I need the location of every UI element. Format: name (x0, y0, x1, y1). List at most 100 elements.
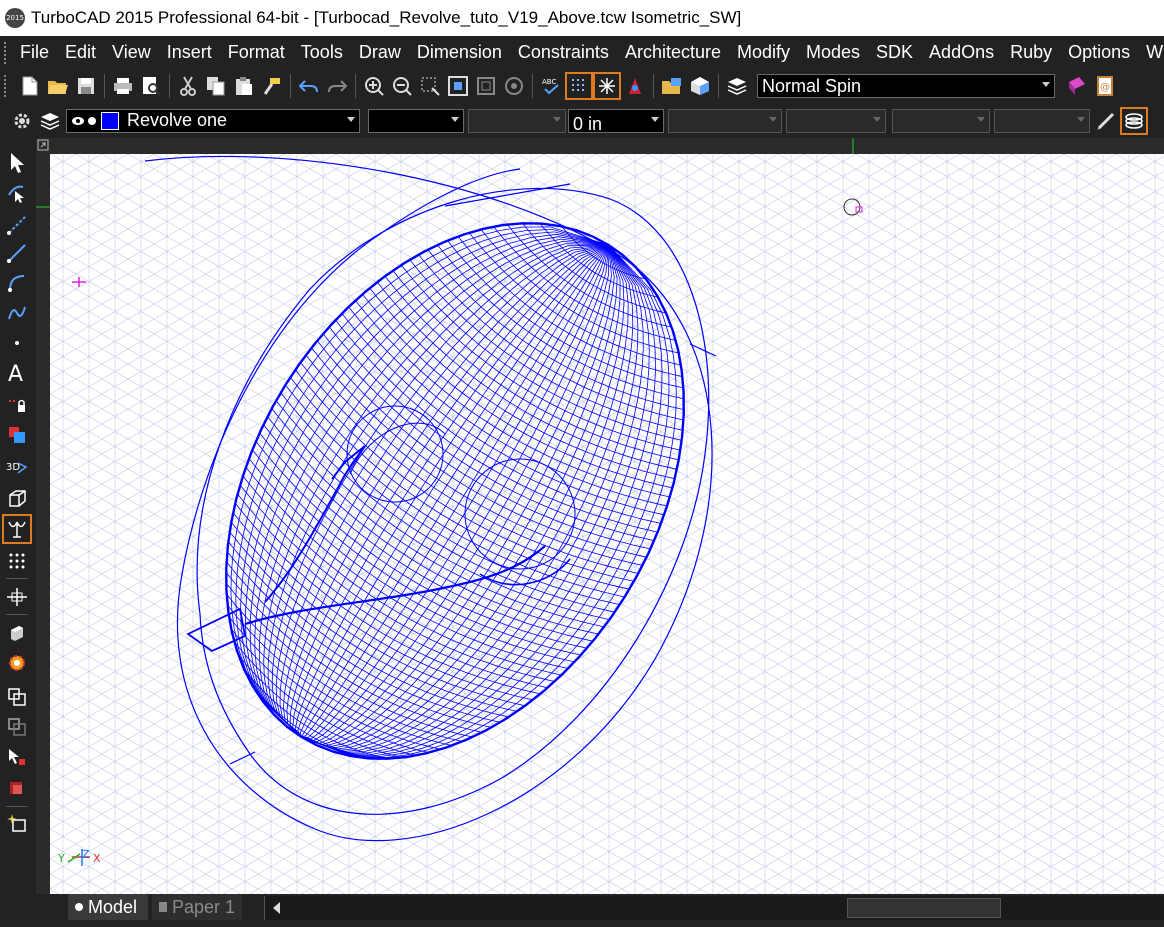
menu-format[interactable]: Format (220, 42, 293, 63)
zoom-extents-icon[interactable] (446, 74, 470, 98)
revolve-tool-icon[interactable] (2, 514, 32, 544)
menu-sdk[interactable]: SDK (868, 42, 921, 63)
fill-icon[interactable] (4, 422, 30, 448)
snap-star-icon[interactable] (593, 72, 621, 100)
layer-list-icon[interactable] (725, 74, 749, 98)
title-bar: 2015 TurboCAD 2015 Professional 64-bit -… (0, 0, 1164, 36)
redo-icon[interactable] (325, 74, 349, 98)
drawing-canvas[interactable]: Y X Z (50, 154, 1164, 894)
paste-icon[interactable] (232, 74, 256, 98)
gear-icon[interactable] (10, 109, 34, 133)
tab-paper-1[interactable]: Paper 1 (152, 894, 242, 920)
open-library-icon[interactable] (660, 74, 684, 98)
tab-paper-1-label: Paper 1 (172, 896, 236, 917)
menu-modify[interactable]: Modify (729, 42, 798, 63)
tab-model[interactable]: Model (68, 894, 148, 920)
horizontal-ruler (36, 138, 1164, 155)
menu-window[interactable]: Win (1138, 42, 1164, 63)
color-swatch (101, 111, 119, 130)
zoom-realtime-icon[interactable] (502, 74, 526, 98)
print-visibility-icon[interactable] (87, 110, 97, 131)
axis-z-label: Z (82, 848, 90, 861)
menu-options[interactable]: Options (1060, 42, 1138, 63)
line-style-select (468, 108, 566, 133)
sparkle-icon[interactable] (4, 810, 30, 836)
zoom-previous-icon[interactable] (474, 74, 498, 98)
magic-icon[interactable] (4, 744, 30, 770)
pen-icon[interactable] (1094, 109, 1118, 133)
menu-ruby[interactable]: Ruby (1002, 42, 1060, 63)
fill-select (786, 108, 886, 133)
point-line-icon[interactable] (4, 212, 30, 238)
format-painter-icon[interactable] (260, 74, 284, 98)
open-folder-icon[interactable] (46, 74, 70, 98)
model-tab-icon (74, 897, 84, 918)
object-select[interactable]: Revolve one (66, 108, 360, 133)
zoom-window-icon[interactable] (418, 74, 442, 98)
text-tool-icon[interactable]: A (4, 360, 30, 386)
save-icon[interactable] (74, 74, 98, 98)
line-width-select[interactable]: 0 in (568, 108, 664, 134)
print-icon[interactable] (111, 74, 135, 98)
material-stack-icon[interactable] (1120, 106, 1148, 135)
menu-modes[interactable]: Modes (798, 42, 868, 63)
spin-mode-value: Normal Spin (762, 75, 862, 96)
new-file-icon[interactable] (18, 74, 42, 98)
arc-icon[interactable] (4, 270, 30, 296)
menu-tools[interactable]: Tools (293, 42, 351, 63)
svg-text:@: @ (1100, 82, 1110, 93)
scroll-thumb[interactable] (847, 898, 1001, 918)
extrude-icon[interactable] (4, 620, 30, 646)
menu-draw[interactable]: Draw (351, 42, 409, 63)
spell-check-icon[interactable]: ABC (539, 74, 563, 98)
layer-stack-icon[interactable] (38, 109, 62, 133)
copy-tool-icon[interactable] (4, 714, 30, 740)
view-cube-icon[interactable] (688, 74, 712, 98)
menu-insert[interactable]: Insert (159, 42, 220, 63)
undo-icon[interactable] (297, 74, 321, 98)
spin-mode-select[interactable]: Normal Spin (757, 74, 1055, 98)
zoom-in-icon[interactable] (362, 74, 386, 98)
render-palette-icon[interactable] (623, 74, 647, 98)
object-name-value: Revolve one (127, 110, 228, 130)
gear-tool-icon[interactable] (4, 650, 30, 676)
print-preview-icon[interactable] (139, 74, 163, 98)
scroll-left-icon[interactable] (273, 902, 280, 914)
menu-view[interactable]: View (104, 42, 159, 63)
render-icon[interactable] (4, 776, 30, 802)
menu-addons[interactable]: AddOns (921, 42, 1002, 63)
layers-icon[interactable] (4, 684, 30, 710)
copy-icon[interactable] (204, 74, 228, 98)
color-select[interactable] (368, 108, 464, 133)
edit-tool-icon[interactable] (4, 180, 30, 206)
turbocad-logo-icon: 2015 (5, 8, 25, 28)
horizontal-scrollbar[interactable] (264, 896, 1164, 920)
paper-tab-icon (158, 897, 168, 918)
grid-snap-icon[interactable] (565, 72, 593, 100)
eye-icon[interactable] (71, 110, 85, 131)
line-width-value: 0 in (573, 114, 603, 134)
3d-tool-icon[interactable]: 3D (4, 454, 30, 480)
line-icon[interactable] (4, 240, 30, 266)
point-icon[interactable] (4, 330, 30, 356)
menu-file[interactable]: File (12, 42, 57, 63)
book-icon[interactable] (1065, 74, 1089, 98)
lock-icon[interactable] (4, 392, 30, 418)
box-3d-icon[interactable] (4, 486, 30, 512)
layout-tab-bar: Model Paper 1 (0, 894, 1164, 927)
menu-edit[interactable]: Edit (57, 42, 104, 63)
move-tool-icon[interactable] (4, 584, 30, 610)
menu-constraints[interactable]: Constraints (510, 42, 617, 63)
chevron-down-icon (873, 116, 881, 122)
select-arrow-icon[interactable] (4, 150, 30, 176)
property-toolbar: Revolve one 0 in (0, 103, 1164, 138)
cut-icon[interactable] (176, 74, 200, 98)
pattern-icon[interactable] (4, 548, 30, 574)
email-icon[interactable]: @ (1093, 74, 1117, 98)
spline-icon[interactable] (4, 300, 30, 326)
menu-architecture[interactable]: Architecture (617, 42, 729, 63)
menu-dimension[interactable]: Dimension (409, 42, 510, 63)
vertical-ruler (36, 154, 50, 894)
chevron-down-icon (769, 116, 777, 122)
zoom-out-icon[interactable] (390, 74, 414, 98)
